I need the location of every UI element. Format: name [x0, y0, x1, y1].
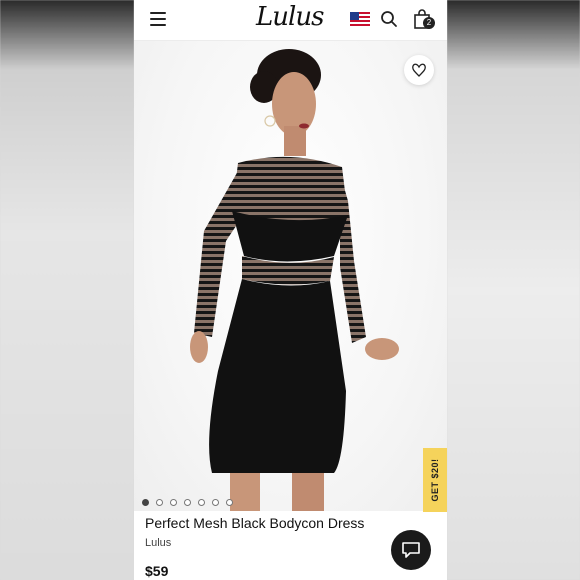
gallery-dot[interactable]	[212, 499, 219, 506]
gallery-dot[interactable]	[184, 499, 191, 506]
hamburger-menu-icon[interactable]	[150, 12, 166, 26]
heart-icon	[412, 63, 426, 77]
product-brand-link[interactable]: Lulus	[145, 537, 171, 549]
promo-tab[interactable]: GET $20!	[423, 448, 447, 512]
product-photo	[190, 49, 399, 511]
site-logo[interactable]: Lulus	[256, 2, 324, 32]
gallery-pagination-dots	[142, 493, 240, 511]
promo-tab-label: GET $20!	[430, 458, 440, 502]
product-image-gallery[interactable]	[134, 41, 447, 511]
gallery-dot[interactable]	[170, 499, 177, 506]
gallery-dot[interactable]	[156, 499, 163, 506]
gallery-dot[interactable]	[198, 499, 205, 506]
favorite-button[interactable]	[404, 55, 434, 85]
bag-count-badge: 2	[423, 17, 435, 29]
product-title: Perfect Mesh Black Bodycon Dress	[145, 515, 365, 531]
phone-screen: Lulus 2 GET $20! Perfect Mesh Black Body…	[134, 0, 447, 580]
gallery-dot[interactable]	[142, 499, 149, 506]
background-right	[447, 0, 580, 580]
gallery-dot[interactable]	[226, 499, 233, 506]
top-nav-bar: Lulus 2	[134, 0, 447, 41]
background-left	[0, 0, 134, 580]
chat-button[interactable]	[391, 530, 431, 570]
chat-icon	[402, 542, 420, 558]
search-icon[interactable]	[380, 10, 398, 28]
product-price: $59	[145, 563, 169, 579]
us-flag-icon[interactable]	[350, 12, 370, 26]
